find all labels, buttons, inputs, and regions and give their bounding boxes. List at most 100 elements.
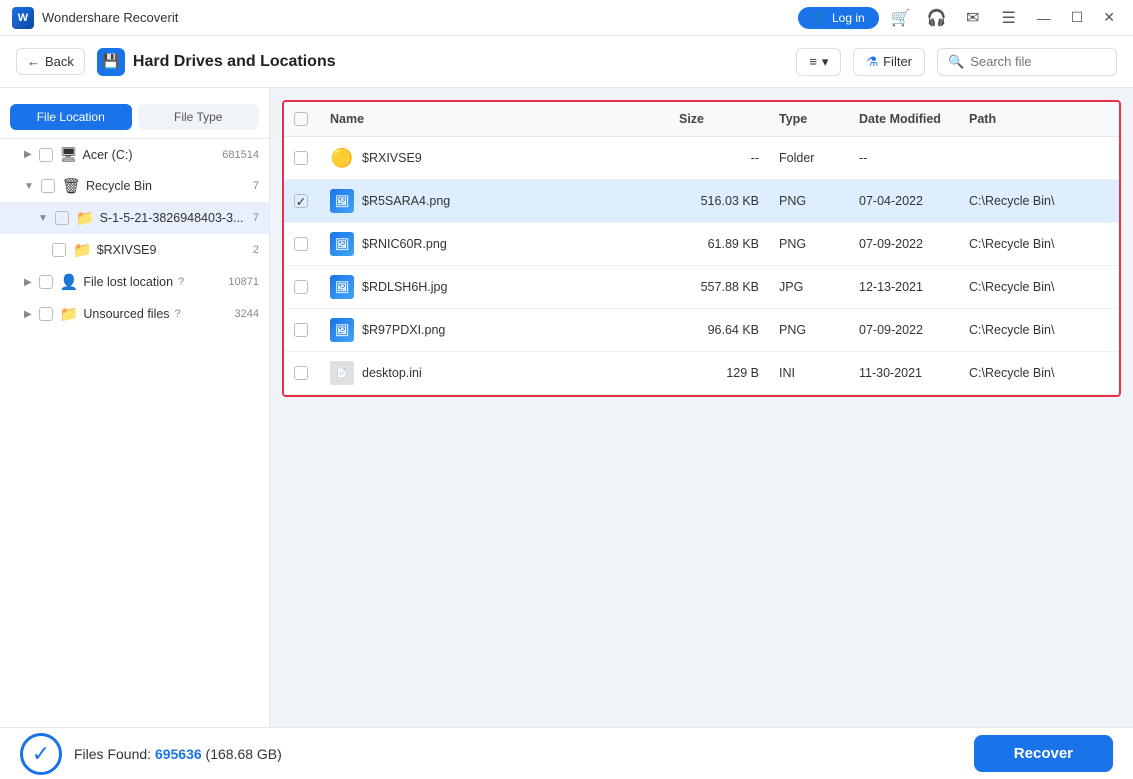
row-path-cell: C:\Recycle Bin\ bbox=[959, 352, 1119, 395]
row-path: C:\Recycle Bin\ bbox=[969, 194, 1054, 208]
rxivse9-checkbox[interactable] bbox=[52, 243, 66, 257]
back-arrow-icon: ← bbox=[27, 54, 40, 69]
files-found-section: ✓ Files Found: 695636 (168.68 GB) bbox=[20, 733, 282, 775]
folder-icon: 🟡 bbox=[330, 146, 354, 170]
row-filename: $RXIVSE9 bbox=[362, 151, 422, 165]
chevron-right-icon3: ▶ bbox=[24, 309, 32, 320]
sort-button[interactable]: ≡ ▾ bbox=[796, 48, 841, 76]
row-date: 07-04-2022 bbox=[859, 194, 923, 208]
col-header-name: Name bbox=[320, 102, 669, 137]
search-icon: 🔍 bbox=[948, 54, 964, 70]
row-type: PNG bbox=[779, 237, 806, 251]
maximize-button[interactable]: ☐ bbox=[1065, 9, 1090, 26]
sid-label: S-1-5-21-3826948403-3... bbox=[100, 211, 244, 225]
row-type: PNG bbox=[779, 323, 806, 337]
sidebar-tabs: File Location File Type bbox=[0, 96, 269, 139]
acer-checkbox[interactable] bbox=[39, 148, 53, 162]
minimize-button[interactable]: — bbox=[1031, 10, 1057, 26]
row-size-cell: 516.03 KB bbox=[669, 180, 769, 223]
sid-count: 7 bbox=[253, 212, 259, 224]
acer-label: Acer (C:) bbox=[82, 148, 132, 162]
row-path: C:\Recycle Bin\ bbox=[969, 323, 1054, 337]
help-icon2: ? bbox=[175, 308, 181, 320]
user-icon: 👤 bbox=[812, 11, 827, 25]
filter-icon: ⚗ bbox=[866, 54, 878, 70]
sid-checkbox[interactable] bbox=[55, 211, 69, 225]
found-text: Files Found: 695636 (168.68 GB) bbox=[74, 746, 282, 762]
user-icon: 👤 bbox=[60, 273, 79, 291]
row-type: Folder bbox=[779, 151, 814, 165]
table-row[interactable]: 🖼 $R97PDXI.png 96.64 KB PNG 07-09-2022 C… bbox=[284, 309, 1119, 352]
main-container: File Location File Type ▶ 🖥 Acer (C:) 68… bbox=[0, 88, 1133, 727]
row-size: 61.89 KB bbox=[679, 237, 759, 251]
row-checkbox[interactable] bbox=[294, 237, 308, 251]
row-name-cell: 🟡 $RXIVSE9 bbox=[320, 137, 669, 180]
menu-icon[interactable]: ☰ bbox=[995, 4, 1023, 32]
row-size-cell: 557.88 KB bbox=[669, 266, 769, 309]
table-row[interactable]: 🟡 $RXIVSE9 -- Folder -- bbox=[284, 137, 1119, 180]
titlebar: W Wondershare Recoverit 👤 Log in 🛒 🎧 ✉ ☰… bbox=[0, 0, 1133, 36]
file-lost-checkbox[interactable] bbox=[39, 275, 53, 289]
col-header-type: Type bbox=[769, 102, 849, 137]
file-lost-label: File lost location bbox=[83, 275, 173, 289]
row-size: -- bbox=[679, 151, 759, 165]
recycle-bin-label: Recycle Bin bbox=[86, 179, 152, 193]
row-checkbox-cell bbox=[284, 266, 320, 309]
sidebar-item-sid[interactable]: ▼ 📁 S-1-5-21-3826948403-3... 7 bbox=[0, 202, 269, 234]
row-filename: $RNIC60R.png bbox=[362, 237, 447, 251]
row-date: 07-09-2022 bbox=[859, 237, 923, 251]
app-logo: W bbox=[12, 7, 34, 29]
chevron-down-icon: ▼ bbox=[24, 181, 34, 192]
row-name-cell: 🖼 $R5SARA4.png bbox=[320, 180, 669, 223]
cart-icon[interactable]: 🛒 bbox=[887, 4, 915, 32]
row-date-cell: 07-09-2022 bbox=[849, 309, 959, 352]
row-checkbox[interactable] bbox=[294, 323, 308, 337]
back-button[interactable]: ← Back bbox=[16, 48, 85, 75]
row-path: C:\Recycle Bin\ bbox=[969, 280, 1054, 294]
image-icon: 🖼 bbox=[330, 232, 354, 256]
drive-icon: 🖥 bbox=[60, 146, 78, 163]
table-header-row: Name Size Type Date Modified Path bbox=[284, 102, 1119, 137]
image-icon: 🖼 bbox=[330, 189, 354, 213]
unsourced-checkbox[interactable] bbox=[39, 307, 53, 321]
tab-file-type[interactable]: File Type bbox=[138, 104, 260, 130]
table-row[interactable]: 🖼 $RNIC60R.png 61.89 KB PNG 07-09-2022 C… bbox=[284, 223, 1119, 266]
row-type: JPG bbox=[779, 280, 803, 294]
row-checkbox[interactable] bbox=[294, 151, 308, 165]
recover-button[interactable]: Recover bbox=[974, 735, 1113, 772]
sidebar-item-unsourced[interactable]: ▶ 📁 Unsourced files ? 3244 bbox=[0, 298, 269, 330]
row-checkbox[interactable]: ✓ bbox=[294, 194, 308, 208]
header-actions: ≡ ▾ ⚗ Filter 🔍 bbox=[796, 48, 1117, 76]
table-row[interactable]: 🖼 $RDLSH6H.jpg 557.88 KB JPG 12-13-2021 … bbox=[284, 266, 1119, 309]
col-header-checkbox bbox=[284, 102, 320, 137]
recycle-bin-icon: 🗑 bbox=[62, 177, 81, 195]
file-table-wrapper: Name Size Type Date Modified Path 🟡 $RXI… bbox=[282, 100, 1121, 397]
row-size: 96.64 KB bbox=[679, 323, 759, 337]
check-circle-icon: ✓ bbox=[20, 733, 62, 775]
tab-file-location[interactable]: File Location bbox=[10, 104, 132, 130]
headset-icon[interactable]: 🎧 bbox=[923, 4, 951, 32]
row-checkbox[interactable] bbox=[294, 280, 308, 294]
row-name-cell: 🖼 $R97PDXI.png bbox=[320, 309, 669, 352]
close-button[interactable]: ✕ bbox=[1097, 9, 1121, 26]
help-icon: ? bbox=[178, 276, 184, 288]
row-size: 129 B bbox=[679, 366, 759, 380]
sidebar-item-acer[interactable]: ▶ 🖥 Acer (C:) 681514 bbox=[0, 139, 269, 170]
sidebar-item-recycle-bin[interactable]: ▼ 🗑 Recycle Bin 7 bbox=[0, 170, 269, 202]
chevron-right-icon2: ▶ bbox=[24, 277, 32, 288]
table-row[interactable]: ✓ 🖼 $R5SARA4.png 516.03 KB PNG 07-04-202… bbox=[284, 180, 1119, 223]
row-date: -- bbox=[859, 151, 867, 165]
search-input[interactable] bbox=[970, 54, 1106, 69]
row-size-cell: 61.89 KB bbox=[669, 223, 769, 266]
sidebar-item-rxivse9[interactable]: 📁 $RXIVSE9 2 bbox=[0, 234, 269, 266]
sidebar-item-file-lost[interactable]: ▶ 👤 File lost location ? 10871 bbox=[0, 266, 269, 298]
select-all-checkbox[interactable] bbox=[294, 112, 308, 126]
recycle-bin-checkbox[interactable] bbox=[41, 179, 55, 193]
login-button[interactable]: 👤 Log in bbox=[798, 7, 879, 29]
row-checkbox[interactable] bbox=[294, 366, 308, 380]
filter-button[interactable]: ⚗ Filter bbox=[853, 48, 925, 76]
mail-icon[interactable]: ✉ bbox=[959, 4, 987, 32]
row-checkbox-cell bbox=[284, 223, 320, 266]
file-lost-count: 10871 bbox=[228, 276, 259, 288]
table-row[interactable]: 📄 desktop.ini 129 B INI 11-30-2021 C:\Re… bbox=[284, 352, 1119, 395]
